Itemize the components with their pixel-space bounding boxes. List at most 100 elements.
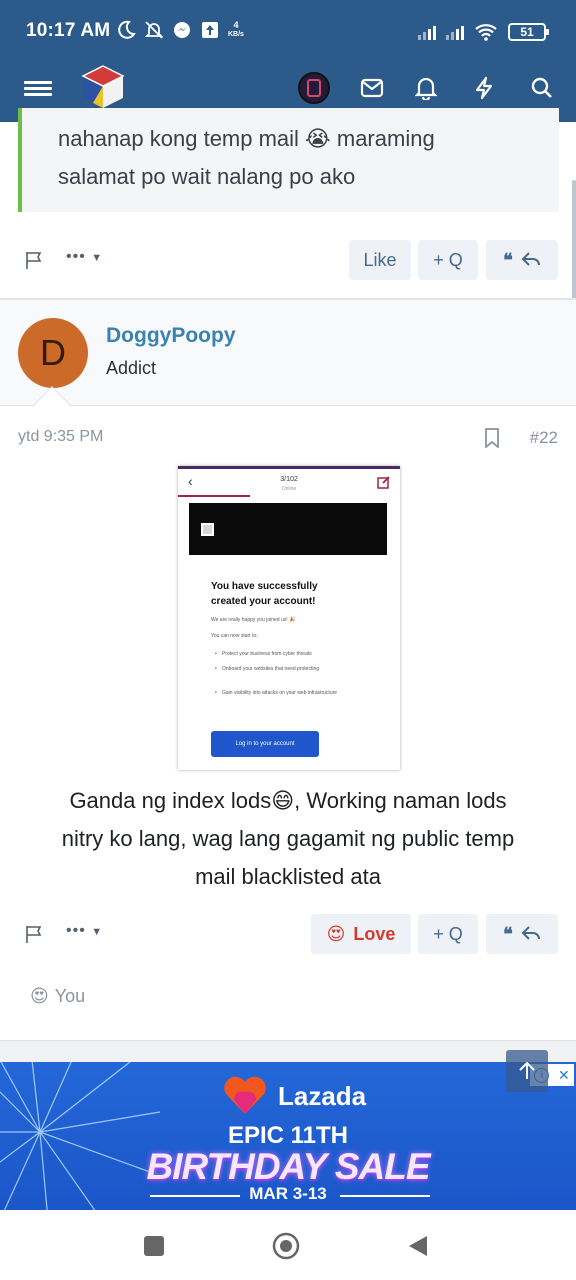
screenshot-heading: You have successfully created your accou… <box>211 579 361 609</box>
screenshot-login-button: Log in to your account <box>211 731 319 757</box>
ad-banner[interactable]: Lazada EPIC 11TH BIRTHDAY SALE MAR 3-13 … <box>0 1062 576 1210</box>
lazada-heart-logo-icon <box>224 1076 266 1114</box>
net-speed-unit: KB/s <box>228 31 244 38</box>
triangle-back-icon <box>409 1236 427 1256</box>
post-body-line: mail blacklisted ata <box>195 864 381 889</box>
chevron-down-icon: ▼ <box>91 926 104 938</box>
quote-label: + Q <box>433 923 463 944</box>
status-system-icons: 51 <box>418 22 549 42</box>
image-placeholder-icon <box>201 523 214 536</box>
screenshot-counter: 3/102 <box>280 476 298 483</box>
quoted-message: nahanap kong temp mail 😭 maraming salama… <box>18 108 559 212</box>
wifi-icon <box>475 24 497 41</box>
lightning-icon[interactable] <box>462 66 506 110</box>
home-button[interactable] <box>272 1232 300 1260</box>
post-body: Ganda ng index lods😄, Working naman lods… <box>16 782 560 896</box>
screenshot-heading-line: created your account! <box>211 596 316 607</box>
system-navigation-bar <box>0 1210 576 1280</box>
search-icon[interactable] <box>520 66 564 110</box>
post-actions: ••• ▼ Like + Q ❝ <box>0 240 576 280</box>
like-label: Like <box>363 249 397 270</box>
close-icon[interactable]: ✕ <box>558 1067 570 1084</box>
status-time: 10:17 AM <box>26 20 111 41</box>
reply-button[interactable]: ❝ <box>486 240 558 280</box>
site-logo[interactable] <box>78 62 128 112</box>
net-speed-value: 4 <box>233 20 239 30</box>
signal-2-icon <box>446 24 464 40</box>
attached-screenshot[interactable]: ‹ 3/102 Online You have successfully cre… <box>178 466 400 770</box>
quote-text: nahanap kong temp mail 😭 maraming salama… <box>58 120 558 196</box>
reaction-summary[interactable]: 😍 You <box>30 986 85 1007</box>
circle-home-icon <box>272 1232 300 1260</box>
upload-icon <box>202 22 218 38</box>
redacted-block <box>189 503 387 555</box>
report-flag-icon[interactable] <box>24 924 44 944</box>
user-title: Addict <box>106 358 157 378</box>
chevron-down-icon: ▼ <box>91 252 104 264</box>
screenshot-heading-line: You have successfully <box>211 581 318 592</box>
battery-level: 51 <box>520 25 534 39</box>
more-dots: ••• <box>66 248 86 265</box>
more-options-button[interactable]: ••• ▼ <box>66 248 103 266</box>
back-button[interactable] <box>404 1232 432 1260</box>
multi-quote-button[interactable]: + Q <box>418 240 478 280</box>
heart-eyes-emoji-icon: 😍 <box>326 923 346 944</box>
post-body-line: nitry ko lang, wag lang gagamit ng publi… <box>61 826 515 851</box>
ad-brand: Lazada <box>222 1076 366 1116</box>
cube-logo-icon <box>81 65 125 108</box>
bell-icon[interactable] <box>404 66 448 110</box>
screenshot-bullet: Protect your business from cyber threats <box>215 650 362 658</box>
net-speed: 4 KB/s <box>228 21 244 39</box>
post-number[interactable]: #22 <box>530 428 558 448</box>
screenshot-topbar: ‹ 3/102 Online <box>178 469 400 497</box>
more-dots: ••• <box>66 922 86 939</box>
screenshot-bullet: Gain visibility into attacks on your web… <box>215 689 362 697</box>
reaction-users: You <box>54 986 86 1006</box>
love-label: Love <box>353 923 396 944</box>
bookmark-icon[interactable] <box>484 428 500 448</box>
reply-button[interactable]: ❝ <box>486 914 558 954</box>
screenshot-bullet: Onboard your websites that need protecti… <box>215 665 362 673</box>
recents-button[interactable] <box>140 1232 168 1260</box>
quote-label: + Q <box>433 249 463 270</box>
avatar[interactable]: D <box>18 318 88 388</box>
arrow-up-icon <box>519 1061 535 1079</box>
edit-icon <box>377 476 390 489</box>
battery-icon: 51 <box>508 23 549 41</box>
ad-brand-name: Lazada <box>278 1080 367 1111</box>
signal-1-icon <box>418 24 436 40</box>
screenshot-sub: Online <box>281 486 297 492</box>
username-link[interactable]: DoggyPoopy <box>106 324 236 348</box>
page-separator <box>0 1040 576 1062</box>
square-icon <box>144 1236 164 1256</box>
love-reaction-button[interactable]: 😍 Love <box>311 914 411 954</box>
user-avatar[interactable] <box>292 66 336 110</box>
report-flag-icon[interactable] <box>24 250 44 270</box>
app-header: 10:17 AM 4 KB/s 51 <box>0 0 576 122</box>
muted-bell-icon <box>144 21 164 39</box>
status-notification-icons: 4 KB/s <box>116 20 244 40</box>
menu-icon[interactable] <box>16 66 60 110</box>
messenger-icon <box>174 22 190 38</box>
post-date[interactable]: ytd 9:35 PM <box>18 428 103 446</box>
user-panel: D DoggyPoopy Addict <box>0 300 576 406</box>
avatar-initial: D <box>40 332 66 373</box>
multi-quote-button[interactable]: + Q <box>418 914 478 954</box>
inbox-icon[interactable] <box>350 66 394 110</box>
status-bar: 10:17 AM 4 KB/s 51 <box>0 0 576 64</box>
reply-arrow-icon <box>521 926 540 940</box>
post-actions: ••• ▼ 😍 Love + Q ❝ <box>0 914 576 954</box>
more-options-button[interactable]: ••• ▼ <box>66 922 103 940</box>
screenshot-tab-underline <box>178 495 250 497</box>
like-button[interactable]: Like <box>349 240 411 280</box>
ad-dates: MAR 3-13 <box>249 1184 327 1203</box>
quote-marks-icon: ❝ <box>503 923 513 945</box>
scroll-to-top-button[interactable] <box>506 1050 548 1092</box>
reply-arrow-icon <box>521 252 540 266</box>
quote-line: salamat po wait nalang po ako <box>58 164 356 189</box>
ad-title: BIRTHDAY SALE <box>146 1146 430 1187</box>
screenshot-text: We are really happy you joined us! 🎉 <box>211 617 296 623</box>
quote-line: nahanap kong temp mail 😭 maraming <box>58 126 435 151</box>
heart-eyes-emoji-icon: 😍 <box>30 986 49 1006</box>
screenshot-text: You can now start to: <box>211 633 258 639</box>
